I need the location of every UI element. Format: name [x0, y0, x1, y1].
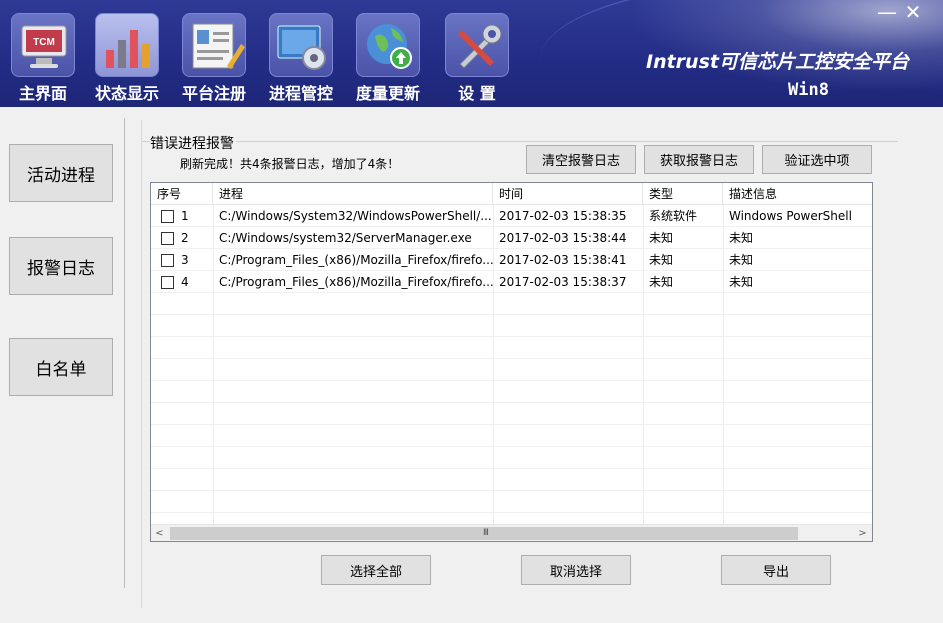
status-message: 刷新完成！共4条报警日志，增加了4条！ [180, 157, 400, 171]
close-button[interactable]: ✕ [902, 2, 924, 24]
nav-item-main[interactable]: TCM 主界面 [8, 13, 78, 103]
row-number: 3 [181, 253, 189, 267]
nav-item-process[interactable]: 进程管控 [266, 13, 336, 103]
clear-alert-log-button[interactable]: 清空报警日志 [526, 145, 636, 174]
sidebar-divider [124, 118, 125, 588]
scroll-left-arrow-icon[interactable]: < [151, 525, 168, 541]
row-description: Windows PowerShell [729, 209, 852, 223]
table-row[interactable]: 2 C:/Windows/system32/ServerManager.exe … [151, 227, 872, 249]
nav-label-status: 状态显示 [94, 84, 159, 103]
group-box-border [142, 141, 898, 142]
table-header: 序号 进程 时间 类型 描述信息 [151, 183, 872, 205]
nav-label-settings: 设 置 [458, 84, 496, 103]
brand-subtitle: Win8 [788, 80, 829, 100]
empty-row [151, 381, 872, 403]
row-process: C:/Windows/System32/WindowsPowerShell/..… [219, 209, 492, 223]
scrollbar-thumb[interactable]: III [170, 527, 798, 540]
header-bar: TCM 主界面 状态显示 平台注册 进程管控 度量更新 设 置 Intrust可… [0, 0, 943, 107]
deselect-button[interactable]: 取消选择 [521, 555, 631, 585]
empty-row [151, 337, 872, 359]
column-header-type[interactable]: 类型 [643, 183, 723, 205]
row-description: 未知 [729, 275, 754, 289]
column-header-process[interactable]: 进程 [213, 183, 493, 205]
row-number: 4 [181, 275, 189, 289]
row-checkbox[interactable] [161, 232, 174, 245]
row-checkbox[interactable] [161, 254, 174, 267]
select-all-button[interactable]: 选择全部 [321, 555, 431, 585]
brand-title: Intrust可信芯片工控安全平台 [646, 51, 909, 73]
nav-label-measure-update: 度量更新 [355, 84, 420, 103]
sidebar-item-alert-log[interactable]: 报警日志 [9, 237, 113, 295]
column-header-desc[interactable]: 描述信息 [723, 183, 872, 205]
minimize-button[interactable]: — [876, 2, 898, 24]
nav-label-process: 进程管控 [268, 84, 333, 103]
row-type: 未知 [649, 253, 674, 267]
nav-label-register: 平台注册 [181, 84, 246, 103]
fetch-alert-log-button[interactable]: 获取报警日志 [644, 145, 754, 174]
empty-row [151, 293, 872, 315]
row-number: 1 [181, 209, 189, 223]
sidebar-item-active-process[interactable]: 活动进程 [9, 144, 113, 202]
column-header-num[interactable]: 序号 [151, 183, 213, 205]
horizontal-scrollbar[interactable]: < III > [151, 524, 872, 541]
tcm-icon-text: TCM [33, 37, 55, 48]
nav-item-settings[interactable]: 设 置 [442, 13, 512, 103]
panel-title: 错误进程报警 [150, 133, 236, 153]
row-process: C:/Windows/system32/ServerManager.exe [219, 231, 472, 245]
row-time: 2017-02-03 15:38:35 [499, 209, 627, 223]
tcm-monitor-icon: TCM [11, 13, 75, 77]
empty-row [151, 469, 872, 491]
scroll-right-arrow-icon[interactable]: > [854, 525, 871, 541]
row-type: 未知 [649, 231, 674, 245]
empty-row [151, 315, 872, 337]
empty-row [151, 491, 872, 513]
nav-item-measure-update[interactable]: 度量更新 [353, 13, 423, 103]
table-row[interactable]: 1 C:/Windows/System32/WindowsPowerShell/… [151, 205, 872, 227]
row-description: 未知 [729, 253, 754, 267]
export-button[interactable]: 导出 [721, 555, 831, 585]
registration-form-icon [182, 13, 246, 77]
empty-row [151, 359, 872, 381]
row-time: 2017-02-03 15:38:44 [499, 231, 627, 245]
tools-settings-icon [445, 13, 509, 77]
table-row[interactable]: 3 C:/Program_Files_(x86)/Mozilla_Firefox… [151, 249, 872, 271]
alert-log-table[interactable]: 序号 进程 时间 类型 描述信息 1 C:/Windows/System32/W… [150, 182, 873, 542]
column-header-time[interactable]: 时间 [493, 183, 643, 205]
row-process: C:/Program_Files_(x86)/Mozilla_Firefox/f… [219, 253, 493, 267]
row-number: 2 [181, 231, 189, 245]
empty-row [151, 425, 872, 447]
process-gear-icon [269, 13, 333, 77]
empty-row [151, 447, 872, 469]
table-row[interactable]: 4 C:/Program_Files_(x86)/Mozilla_Firefox… [151, 271, 872, 293]
panel-left-border [141, 120, 142, 608]
bar-chart-icon [95, 13, 159, 77]
nav-item-status[interactable]: 状态显示 [92, 13, 162, 103]
row-time: 2017-02-03 15:38:41 [499, 253, 627, 267]
scrollbar-grip-icon: III [483, 528, 489, 538]
row-time: 2017-02-03 15:38:37 [499, 275, 627, 289]
row-checkbox[interactable] [161, 210, 174, 223]
row-description: 未知 [729, 231, 754, 245]
row-process: C:/Program_Files_(x86)/Mozilla_Firefox/f… [219, 275, 493, 289]
row-type: 未知 [649, 275, 674, 289]
empty-row [151, 403, 872, 425]
verify-selected-button[interactable]: 验证选中项 [762, 145, 872, 174]
row-checkbox[interactable] [161, 276, 174, 289]
globe-update-icon [356, 13, 420, 77]
nav-label-main: 主界面 [18, 84, 67, 103]
row-type: 系统软件 [649, 209, 698, 223]
sidebar-item-whitelist[interactable]: 白名单 [9, 338, 113, 396]
nav-item-register[interactable]: 平台注册 [179, 13, 249, 103]
